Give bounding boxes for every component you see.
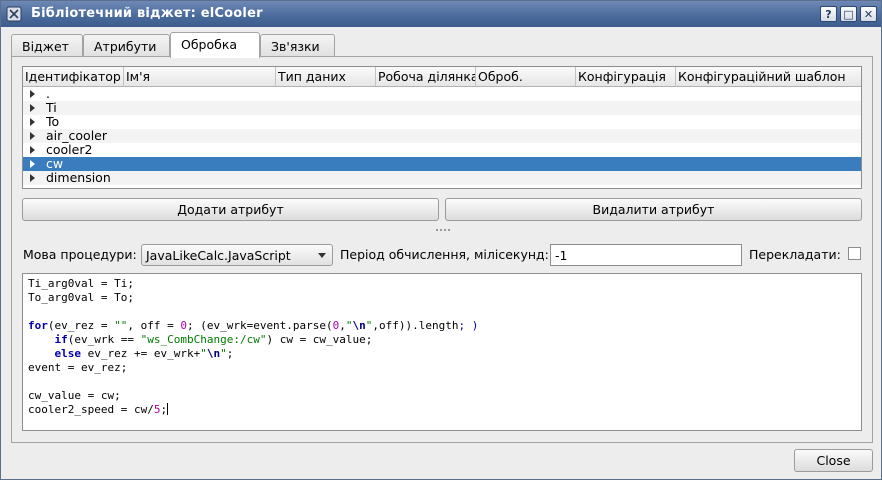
expand-arrow-icon[interactable] <box>30 104 35 112</box>
tree-row[interactable]: To <box>23 115 861 129</box>
tree-row[interactable]: Ti <box>23 101 861 115</box>
tree-row[interactable]: . <box>23 87 861 101</box>
expand-arrow-icon[interactable] <box>30 90 35 98</box>
language-select-value: JavaLikeCalc.JavaScript <box>146 248 291 263</box>
maximize-icon: □ <box>843 7 854 21</box>
tree-header: Ідентифікатор Ім'я Тип даних Робоча діля… <box>23 67 861 87</box>
help-button[interactable]: ? <box>820 6 837 22</box>
close-button[interactable]: Close <box>794 449 873 472</box>
splitter-handle[interactable] <box>11 227 873 233</box>
code-text: Ti_arg0val = Ti; To_arg0val = To; for(ev… <box>28 277 478 417</box>
title-bar[interactable]: Бібліотечний віджет: elCooler ? □ ✕ <box>1 1 881 27</box>
chevron-down-icon <box>318 253 326 258</box>
tab-links[interactable]: Зв'язки <box>260 34 335 57</box>
close-window-button[interactable]: ✕ <box>860 6 877 22</box>
period-label: Період обчислення, мілісекунд: <box>340 247 549 262</box>
code-line: for(ev_rez = "", off = 0; (ev_wrk=event.… <box>28 319 479 332</box>
delete-attribute-button[interactable]: Видалити атрибут <box>445 198 862 221</box>
dialog-window: Бібліотечний віджет: elCooler ? □ ✕ Відж… <box>0 0 882 480</box>
expand-arrow-icon[interactable] <box>30 146 35 154</box>
expand-arrow-icon[interactable] <box>30 132 35 140</box>
app-icon <box>6 6 22 22</box>
tree-row[interactable]: dimension <box>23 171 861 185</box>
close-icon: ✕ <box>863 7 874 21</box>
maximize-button[interactable]: □ <box>840 6 857 22</box>
code-line: cooler2_speed = cw/5; <box>28 403 169 416</box>
translate-checkbox[interactable] <box>848 247 861 260</box>
code-line: else ev_rez += ev_wrk+"\n"; <box>54 347 234 360</box>
language-select[interactable]: JavaLikeCalc.JavaScript <box>141 244 333 266</box>
column-header-work-area[interactable]: Робоча ділянка <box>376 67 476 86</box>
expand-arrow-icon[interactable] <box>30 118 35 126</box>
column-header-id[interactable]: Ідентифікатор <box>23 67 124 86</box>
tree-row-selected[interactable]: cw <box>23 157 861 171</box>
expand-arrow-icon[interactable] <box>30 174 35 182</box>
code-line: if(ev_wrk == "ws_CombChange:/cw") cw = c… <box>54 333 373 346</box>
help-icon: ? <box>825 7 832 21</box>
grip-dots-icon <box>436 229 450 231</box>
translate-label: Перекладати: <box>749 247 841 262</box>
attributes-tree[interactable]: Ідентифікатор Ім'я Тип даних Робоча діля… <box>22 66 862 189</box>
tab-attributes[interactable]: Атрибути <box>83 34 170 57</box>
tree-row[interactable]: cooler2 <box>23 143 861 157</box>
procedure-code-editor[interactable]: Ti_arg0val = Ti; To_arg0val = To; for(ev… <box>22 273 862 431</box>
period-input[interactable]: -1 <box>550 244 742 266</box>
column-header-processing[interactable]: Оброб. <box>476 67 576 86</box>
code-line: cw_value = cw; <box>28 389 121 402</box>
column-header-name[interactable]: Ім'я <box>124 67 276 86</box>
text-cursor <box>167 403 169 415</box>
language-label: Мова процедури: <box>23 247 137 262</box>
window-title: Бібліотечний віджет: elCooler <box>31 6 263 21</box>
tab-widget[interactable]: Віджет <box>11 34 83 57</box>
code-line: Ti_arg0val = Ti; <box>28 277 134 290</box>
add-attribute-button[interactable]: Додати атрибут <box>22 198 439 221</box>
code-line: event = ev_rez; <box>28 361 128 374</box>
tab-processing[interactable]: Обробка <box>170 32 260 58</box>
tree-row[interactable]: air_cooler <box>23 129 861 143</box>
column-header-config-template[interactable]: Конфігураційний шаблон <box>676 67 861 86</box>
expand-arrow-icon[interactable] <box>30 160 35 168</box>
column-header-configuration[interactable]: Конфігурація <box>576 67 676 86</box>
column-header-type[interactable]: Тип даних <box>276 67 376 86</box>
code-line: To_arg0val = To; <box>28 291 134 304</box>
